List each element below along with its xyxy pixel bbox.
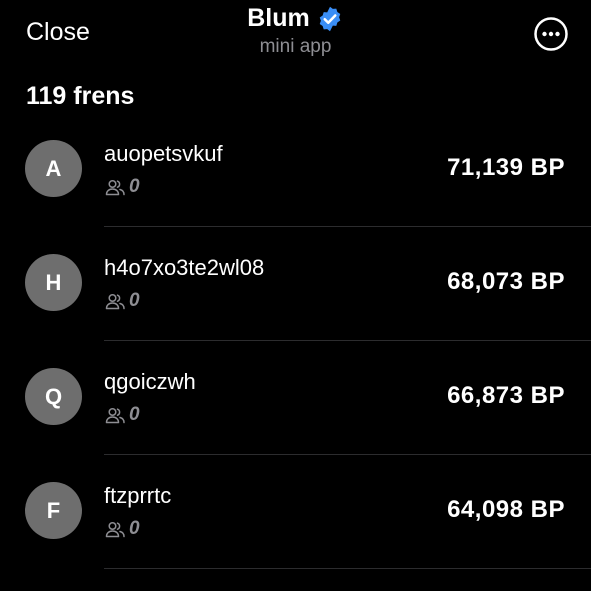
list-item[interactable]: A auopetsvkuf 0 71,139 BP — [0, 113, 591, 227]
avatar: A — [25, 140, 82, 197]
friend-name: qgoiczwh — [104, 369, 196, 394]
frens-count: 119 frens — [26, 82, 135, 110]
friend-frens: 0 — [105, 176, 140, 198]
friends-list: A auopetsvkuf 0 71,139 BP H h4o7xo3te2wl… — [0, 113, 591, 569]
friend-points: 64,098 BP — [447, 496, 565, 523]
fren-count: 0 — [129, 176, 140, 197]
fren-count: 0 — [129, 290, 140, 311]
fren-count: 0 — [129, 404, 140, 425]
users-icon — [105, 407, 125, 423]
title-area: Blum mini app — [0, 4, 591, 58]
more-options-icon[interactable] — [533, 16, 569, 52]
title-row: Blum — [247, 4, 344, 33]
friend-points: 71,139 BP — [447, 154, 565, 181]
verified-badge-icon — [319, 6, 341, 31]
app-subtitle: mini app — [259, 36, 332, 57]
friend-points: 68,073 BP — [447, 268, 565, 295]
friend-frens: 0 — [105, 518, 140, 540]
app-title: Blum — [247, 4, 310, 32]
list-item[interactable]: Q qgoiczwh 0 66,873 BP — [0, 341, 591, 455]
friend-name: auopetsvkuf — [104, 141, 223, 166]
friend-name: h4o7xo3te2wl08 — [104, 255, 265, 280]
avatar: Q — [25, 368, 82, 425]
fren-count: 0 — [129, 518, 140, 539]
users-icon — [105, 179, 125, 195]
friend-frens: 0 — [105, 404, 140, 426]
avatar: H — [25, 254, 82, 311]
list-item[interactable]: H h4o7xo3te2wl08 0 68,073 BP — [0, 227, 591, 341]
list-item[interactable]: F ftzprrtc 0 64,098 BP — [0, 455, 591, 569]
top-bar: Close Blum mini app — [0, 0, 591, 70]
divider — [104, 568, 591, 569]
users-icon — [105, 521, 125, 537]
friend-frens: 0 — [105, 290, 140, 312]
friend-points: 66,873 BP — [447, 382, 565, 409]
users-icon — [105, 293, 125, 309]
friend-name: ftzprrtc — [104, 483, 172, 508]
avatar: F — [25, 482, 82, 539]
